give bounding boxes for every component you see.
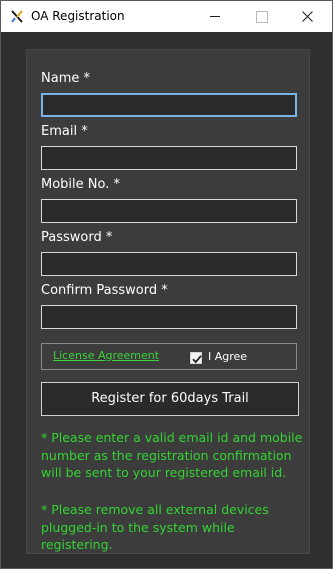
mobile-field[interactable] [41, 199, 297, 223]
name-label: Name * [41, 71, 90, 86]
registration-form: Name * Email * Mobile No. * Password * C… [26, 49, 310, 554]
email-label: Email * [41, 124, 88, 139]
devices-note: * Please remove all external devices plu… [41, 502, 269, 552]
email-field[interactable] [41, 146, 297, 170]
confirm-password-label: Confirm Password * [41, 283, 168, 298]
register-button[interactable]: Register for 60days Trail [41, 382, 299, 416]
name-field[interactable] [41, 93, 297, 117]
title-bar[interactable]: OA Registration [1, 1, 332, 32]
password-label: Password * [41, 230, 113, 245]
agree-label: I Agree [208, 350, 248, 363]
app-logo-icon [10, 9, 25, 24]
email-note: * Please enter a valid email id and mobi… [41, 430, 303, 480]
close-icon[interactable] [284, 1, 330, 32]
window-title: OA Registration [31, 9, 125, 23]
agree-checkbox[interactable] [190, 352, 202, 364]
registration-window: OA Registration Name * Email * Mobile No… [0, 0, 333, 569]
minimize-icon[interactable] [192, 1, 238, 32]
password-field[interactable] [41, 252, 297, 276]
mobile-label: Mobile No. * [41, 177, 120, 192]
confirm-password-field[interactable] [41, 305, 297, 329]
license-agreement-link[interactable]: License Agreement [53, 349, 159, 362]
maximize-icon[interactable] [238, 1, 284, 32]
checkmark-icon [192, 355, 202, 364]
license-agreement-box: License Agreement I Agree [41, 343, 297, 370]
